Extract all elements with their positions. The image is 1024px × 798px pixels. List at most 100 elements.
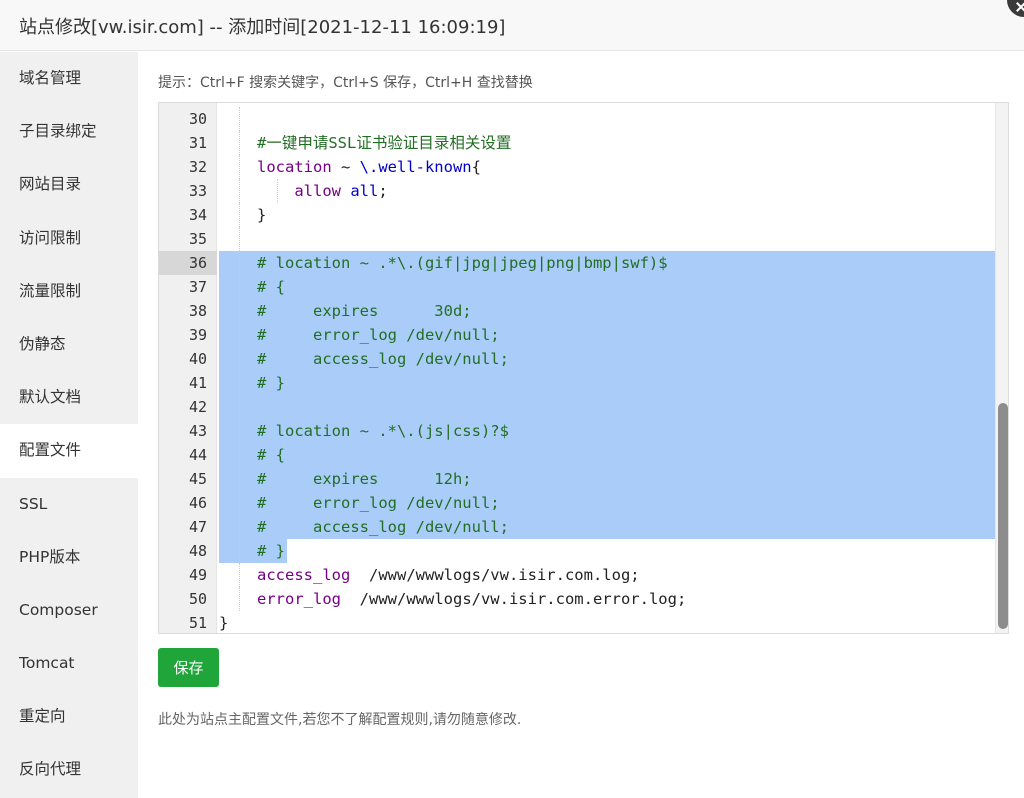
code-line[interactable]: 34} [159, 203, 1008, 227]
sidebar-item-php-version[interactable]: PHP版本 [0, 531, 138, 584]
code-line[interactable]: 31 #一键申请SSL证书验证目录相关设置 [159, 131, 1008, 155]
line-number: 35 [188, 230, 207, 248]
code-text [219, 395, 996, 419]
sidebar-item-reverse-proxy[interactable]: 反向代理 [0, 743, 138, 796]
shortcut-tip: 提示：Ctrl+F 搜索关键字，Ctrl+S 保存，Ctrl+H 查找替换 [158, 75, 533, 91]
sidebar-item-composer[interactable]: Composer [0, 584, 138, 637]
code-text: # location ~ .*\.(gif|jpg|jpeg|png|bmp|s… [219, 251, 996, 275]
code-line[interactable]: 33 allow all; [159, 179, 1008, 203]
code-text: # expires 30d; [219, 299, 996, 323]
line-number: 40 [188, 350, 207, 368]
code-line[interactable]: 49 access_log /www/wwwlogs/vw.isir.com.lo… [159, 563, 1008, 587]
sidebar-item-subdir-binding[interactable]: 子目录绑定 [0, 105, 138, 158]
sidebar-item-access-limit[interactable]: 访问限制 [0, 212, 138, 265]
line-number: 47 [188, 518, 207, 536]
sidebar-item-domain[interactable]: 域名管理 [0, 52, 138, 105]
indent-guide [239, 275, 240, 299]
code-line[interactable]: 45 # expires 12h; [159, 467, 1008, 491]
sidebar: 域名管理 子目录绑定 网站目录 访问限制 流量限制 伪静态 默认文档 配置文件 … [0, 52, 138, 798]
code-line[interactable]: 48 # } [159, 539, 1008, 563]
code-line[interactable]: 37 # { [159, 275, 1008, 299]
code-line[interactable]: 39 # error_log /dev/null; [159, 323, 1008, 347]
config-warning-note: 此处为站点主配置文件,若您不了解配置规则,请勿随意修改. [158, 712, 522, 728]
indent-guide [239, 323, 240, 347]
sidebar-item-rewrite[interactable]: 伪静态 [0, 318, 138, 371]
editor-scrollbar[interactable] [995, 103, 1008, 633]
sidebar-item-traffic-limit[interactable]: 流量限制 [0, 265, 138, 318]
indent-guide [239, 587, 240, 611]
code-text: # error_log /dev/null; [219, 323, 996, 347]
code-line[interactable]: 32 location ~ \.well-known{ [159, 155, 1008, 179]
indent-guide [239, 515, 240, 539]
save-button[interactable]: 保存 [158, 648, 219, 687]
code-line[interactable]: 51} [159, 611, 1008, 633]
config-editor[interactable]: 30 31 #一键申请SSL证书验证目录相关设置 32 location ~ \.wel… [158, 102, 1009, 634]
code-text: # } [219, 371, 996, 395]
indent-guide [239, 299, 240, 323]
line-number: 30 [188, 110, 207, 128]
code-line[interactable]: 46 # error_log /dev/null; [159, 491, 1008, 515]
window-titlebar: 站点修改[vw.isir.com] -- 添加时间[2021-12-11 16:… [0, 0, 1024, 51]
line-number: 36 [159, 251, 217, 275]
code-text: # { [219, 443, 996, 467]
line-number: 33 [188, 182, 207, 200]
line-number: 51 [188, 614, 207, 632]
indent-guide [239, 395, 240, 419]
indent-guide [239, 155, 240, 179]
code-text: # error_log /dev/null; [219, 491, 996, 515]
line-number: 48 [188, 542, 207, 560]
sidebar-item-site-directory[interactable]: 网站目录 [0, 158, 138, 211]
code-text: # access_log /dev/null; [219, 347, 996, 371]
indent-guide [239, 347, 240, 371]
line-number: 49 [188, 566, 207, 584]
indent-guide [277, 179, 278, 203]
indent-guide [239, 203, 240, 227]
editor-scrollbar-thumb[interactable] [998, 403, 1008, 629]
code-lines: 30 31 #一键申请SSL证书验证目录相关设置 32 location ~ \.wel… [159, 107, 1008, 633]
line-number: 43 [188, 422, 207, 440]
code-text: access_log /www/wwwlogs/vw.isir.com.log; [257, 566, 640, 584]
code-line[interactable]: 50 error_log /www/wwwlogs/vw.isir.com.err… [159, 587, 1008, 611]
code-line[interactable]: 36 # location ~ .*\.(gif|jpg|jpeg|png|bmp… [159, 251, 1008, 275]
code-line[interactable]: 38 # expires 30d; [159, 299, 1008, 323]
line-number: 31 [188, 134, 207, 152]
line-number: 34 [188, 206, 207, 224]
indent-guide [239, 491, 240, 515]
sidebar-item-tomcat[interactable]: Tomcat [0, 637, 138, 690]
sidebar-item-default-document[interactable]: 默认文档 [0, 371, 138, 424]
code-line[interactable]: 40 # access_log /dev/null; [159, 347, 1008, 371]
code-text: location ~ \.well-known{ [257, 158, 481, 176]
sidebar-item-config-file[interactable]: 配置文件 [0, 424, 138, 478]
line-number: 37 [188, 278, 207, 296]
line-number: 50 [188, 590, 207, 608]
window-title: 站点修改[vw.isir.com] -- 添加时间[2021-12-11 16:… [19, 17, 506, 38]
sidebar-item-redirect[interactable]: 重定向 [0, 690, 138, 743]
indent-guide [239, 227, 240, 251]
code-text: # } [219, 539, 996, 563]
indent-guide [239, 251, 240, 275]
indent-guide [239, 419, 240, 443]
sidebar-item-ssl[interactable]: SSL [0, 478, 138, 531]
indent-guide [239, 443, 240, 467]
code-text: #一键申请SSL证书验证目录相关设置 [257, 134, 512, 152]
line-number: 42 [188, 398, 207, 416]
line-number: 32 [188, 158, 207, 176]
code-line[interactable]: 35 [159, 227, 1008, 251]
code-text: allow all; [294, 182, 388, 200]
indent-guide [239, 131, 240, 155]
line-number: 38 [188, 302, 207, 320]
code-text: # access_log /dev/null; [219, 515, 996, 539]
code-text: # { [219, 275, 996, 299]
code-text: error_log /www/wwwlogs/vw.isir.com.error… [257, 590, 687, 608]
code-line[interactable]: 44 # { [159, 443, 1008, 467]
code-line[interactable]: 30 [159, 107, 1008, 131]
code-line[interactable]: 43 # location ~ .*\.(js|css)?$ [159, 419, 1008, 443]
code-line[interactable]: 47 # access_log /dev/null; [159, 515, 1008, 539]
indent-guide [239, 539, 240, 563]
code-line[interactable]: 41 # } [159, 371, 1008, 395]
indent-guide [239, 107, 240, 131]
code-line[interactable]: 42 [159, 395, 1008, 419]
indent-guide [239, 467, 240, 491]
code-text: # expires 12h; [219, 467, 996, 491]
